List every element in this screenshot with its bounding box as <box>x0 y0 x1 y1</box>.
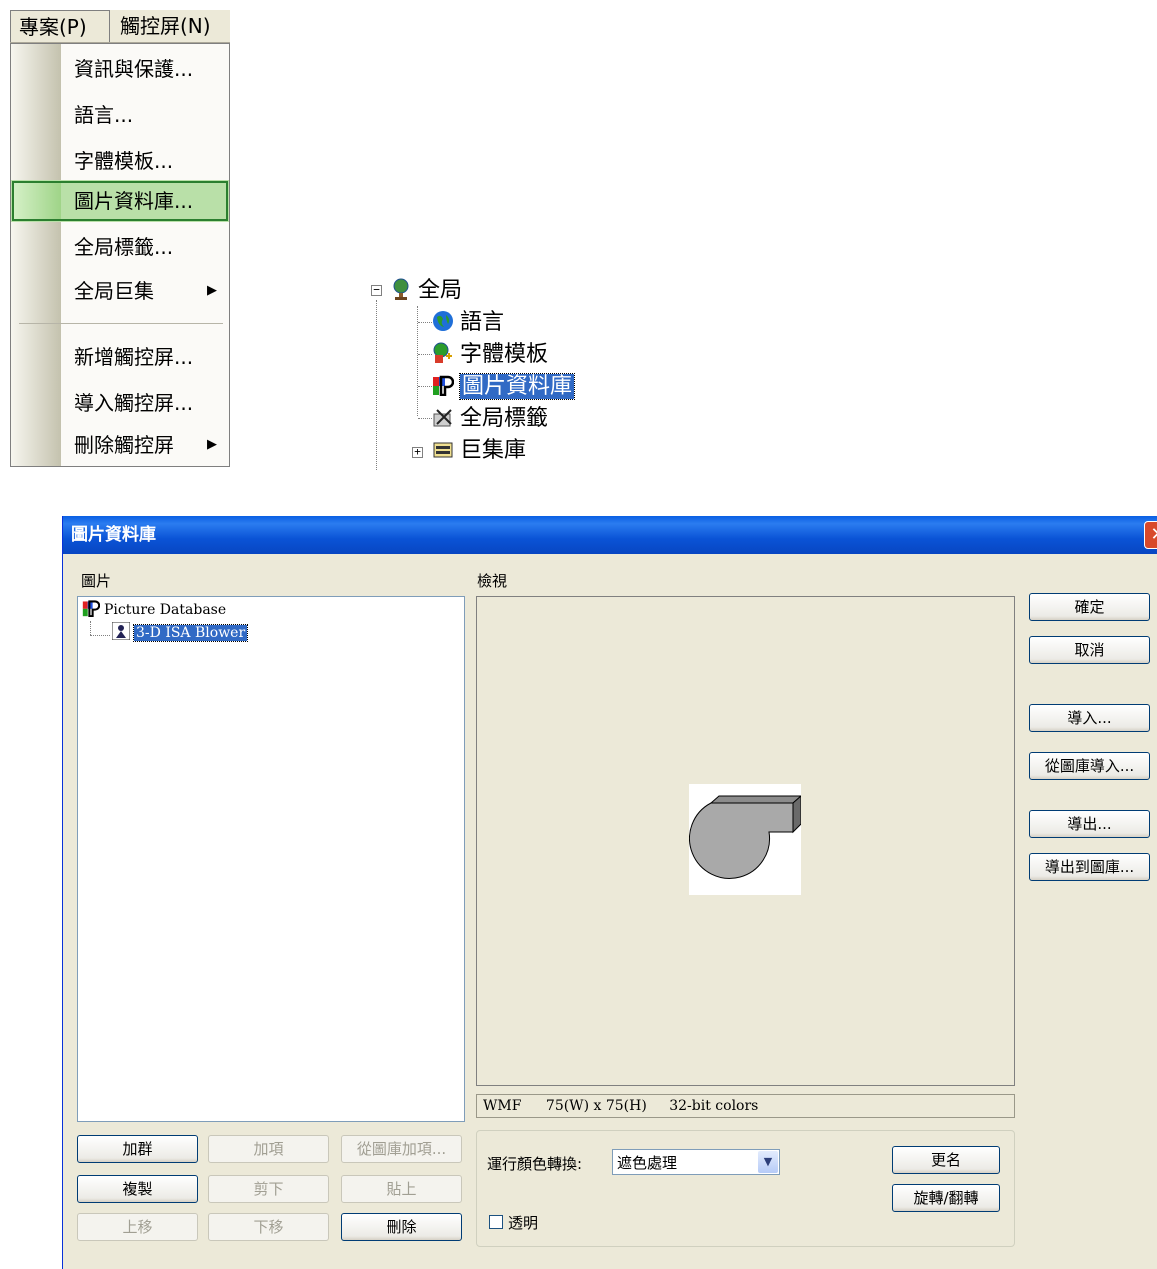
menu-item-delete-touch-screen[interactable]: 刪除觸控屏 ▶ <box>11 424 229 466</box>
picture-database-dialog: 圖片資料庫 ✕ 圖片 檢視 Picture Database 3-D ISA B… <box>62 516 1157 1269</box>
transparent-checkbox[interactable] <box>489 1215 503 1229</box>
menu-item-new-touch-screen[interactable]: 新增觸控屏... <box>11 336 229 378</box>
picture-info-bar: WMF 75(W) x 75(H) 32-bit colors <box>476 1094 1015 1118</box>
menu-item-picture-database[interactable]: 圖片資料庫... <box>11 180 229 222</box>
export-button[interactable]: 導出... <box>1029 810 1150 838</box>
add-group-button[interactable]: 加群 <box>77 1135 198 1163</box>
menu-item-font-template[interactable]: 字體模板... <box>11 140 229 182</box>
globe-stand-icon <box>390 278 412 300</box>
picture-size: 75(W) x 75(H) <box>545 1098 647 1114</box>
paste-button[interactable]: 貼上 <box>341 1175 462 1203</box>
ok-button[interactable]: 確定 <box>1029 593 1150 621</box>
globe-icon <box>432 310 454 332</box>
tree-node-font-template[interactable]: 字體模板 <box>432 340 548 370</box>
picture-tree[interactable]: Picture Database 3-D ISA Blower <box>77 596 465 1122</box>
add-item-from-library-button[interactable]: 從圖庫加項... <box>341 1135 462 1163</box>
tree-node-picture-database[interactable]: 圖片資料庫 <box>432 372 576 402</box>
tree-node-global[interactable]: 全局 <box>390 276 462 306</box>
dialog-title: 圖片資料庫 <box>71 525 156 545</box>
expand-icon[interactable]: + <box>412 446 423 458</box>
macro-library-icon <box>432 438 454 460</box>
tree-node-3d-isa-blower[interactable]: 3-D ISA Blower <box>111 621 249 642</box>
dialog-title-bar[interactable]: 圖片資料庫 ✕ <box>63 516 1157 554</box>
blower-preview-image <box>689 784 803 895</box>
preview-label: 檢視 <box>477 572 508 590</box>
cut-button[interactable]: 剪下 <box>208 1175 329 1203</box>
tree-node-macro-library[interactable]: 巨集庫 <box>432 436 526 466</box>
global-tags-icon <box>432 406 454 428</box>
picture-database-icon <box>432 374 455 397</box>
color-conversion-select[interactable]: 遮色處理 ▼ <box>612 1149 780 1175</box>
menu-separator <box>19 323 223 324</box>
menu-item-import-touch-screen[interactable]: 導入觸控屏... <box>11 382 229 424</box>
import-from-library-button[interactable]: 從圖庫導入... <box>1029 752 1150 780</box>
menu-touch-screen[interactable]: 觸控屏(N) <box>112 10 230 42</box>
move-up-button[interactable]: 上移 <box>77 1213 198 1241</box>
rotate-flip-button[interactable]: 旋轉/翻轉 <box>892 1184 1000 1212</box>
copy-button[interactable]: 複製 <box>77 1175 198 1203</box>
global-tree-view: − 全局 語言 字體模板 圖片資料庫 全局標籤 + 巨集庫 <box>360 270 660 470</box>
export-to-library-button[interactable]: 導出到圖庫... <box>1029 853 1150 881</box>
submenu-arrow-icon: ▶ <box>207 283 217 298</box>
menu-bar: 專案(P) 觸控屏(N) <box>10 10 230 43</box>
cancel-button[interactable]: 取消 <box>1029 636 1150 664</box>
pictures-label: 圖片 <box>81 572 112 590</box>
picture-format: WMF <box>483 1098 522 1114</box>
menu-item-info-protection[interactable]: 資訊與保護... <box>11 48 229 90</box>
transparent-label: 透明 <box>508 1214 539 1232</box>
close-icon[interactable]: ✕ <box>1144 521 1157 549</box>
color-conversion-label: 運行顏色轉換: <box>487 1155 583 1173</box>
project-menu-dropdown: 資訊與保護... 語言... 字體模板... 圖片資料庫... 全局標籤... … <box>10 43 230 467</box>
tree-node-picture-database-root[interactable]: Picture Database <box>82 599 226 619</box>
menu-item-language[interactable]: 語言... <box>11 94 229 136</box>
picture-database-icon <box>82 599 101 618</box>
menu-project[interactable]: 專案(P) <box>10 10 110 42</box>
font-template-icon <box>432 342 454 364</box>
tree-node-global-tags[interactable]: 全局標籤 <box>432 404 548 434</box>
collapse-icon[interactable]: − <box>371 284 382 296</box>
tree-node-language[interactable]: 語言 <box>432 308 504 338</box>
options-group: 運行顏色轉換: 遮色處理 ▼ 更名 旋轉/翻轉 透明 <box>476 1130 1015 1247</box>
blower-item-icon <box>111 621 131 641</box>
import-button[interactable]: 導入... <box>1029 704 1150 732</box>
delete-button[interactable]: 刪除 <box>341 1213 462 1241</box>
submenu-arrow-icon: ▶ <box>207 437 217 452</box>
move-down-button[interactable]: 下移 <box>208 1213 329 1241</box>
picture-colors: 32-bit colors <box>669 1098 759 1114</box>
preview-pane <box>476 596 1015 1086</box>
add-item-button[interactable]: 加項 <box>208 1135 329 1163</box>
menu-item-global-tags[interactable]: 全局標籤... <box>11 226 229 268</box>
rename-button[interactable]: 更名 <box>892 1146 1000 1174</box>
menu-item-global-macro[interactable]: 全局巨集 ▶ <box>11 270 229 312</box>
chevron-down-icon[interactable]: ▼ <box>758 1151 778 1173</box>
